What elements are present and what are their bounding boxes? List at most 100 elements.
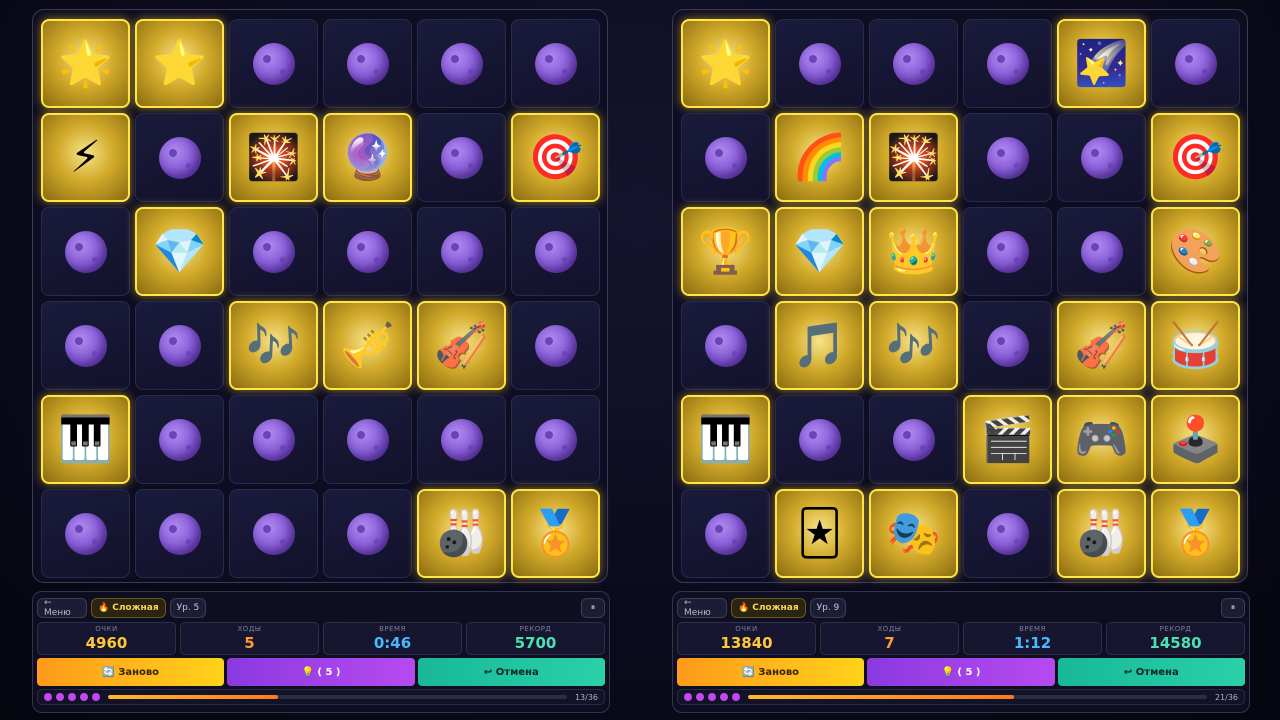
card-hidden[interactable] <box>41 489 130 578</box>
restart-button[interactable]: 🔄 Заново <box>37 658 225 686</box>
card-revealed[interactable]: 🎻 <box>417 301 506 390</box>
card-revealed[interactable]: 🌠 <box>1057 19 1146 108</box>
card-revealed[interactable]: ⭐ <box>135 19 224 108</box>
moon-orb-icon <box>252 230 295 273</box>
record-value: 5700 <box>514 634 557 652</box>
card-hidden[interactable] <box>963 489 1052 578</box>
card-hidden[interactable] <box>417 207 506 296</box>
card-hidden[interactable] <box>1151 19 1240 108</box>
moves-value: 7 <box>884 634 895 652</box>
card-revealed[interactable]: 🎳 <box>1057 489 1146 578</box>
card-revealed[interactable]: 🕹️ <box>1151 395 1240 484</box>
moon-orb-icon <box>986 324 1029 367</box>
undo-button[interactable]: ↩ Отмена <box>1057 658 1245 686</box>
card-hidden[interactable] <box>229 395 318 484</box>
card-hidden[interactable] <box>323 19 412 108</box>
card-hidden[interactable] <box>869 19 958 108</box>
card-symbol: 🎹 <box>58 413 113 465</box>
card-hidden[interactable] <box>1057 113 1146 202</box>
card-revealed[interactable]: 🏆 <box>681 207 770 296</box>
card-hidden[interactable] <box>229 207 318 296</box>
menu-button[interactable]: ← Меню <box>37 598 87 618</box>
hint-button[interactable]: 💡 ( 5 ) <box>227 658 415 686</box>
card-hidden[interactable] <box>417 113 506 202</box>
card-hidden[interactable] <box>323 207 412 296</box>
moon-orb-icon <box>534 418 577 461</box>
card-symbol: 🔮 <box>340 131 395 183</box>
card-hidden[interactable] <box>511 395 600 484</box>
undo-button[interactable]: ↩ Отмена <box>417 658 605 686</box>
card-revealed[interactable]: 💎 <box>135 207 224 296</box>
card-revealed[interactable]: 🎹 <box>681 395 770 484</box>
card-hidden[interactable] <box>963 207 1052 296</box>
moon-orb-icon <box>534 42 577 85</box>
card-hidden[interactable] <box>41 301 130 390</box>
card-hidden[interactable] <box>323 395 412 484</box>
card-revealed[interactable]: 🎳 <box>417 489 506 578</box>
card-hidden[interactable] <box>511 207 600 296</box>
moon-orb-icon <box>986 136 1029 179</box>
card-hidden[interactable] <box>135 489 224 578</box>
card-hidden[interactable] <box>229 19 318 108</box>
card-hidden[interactable] <box>323 489 412 578</box>
pause-button[interactable]: ⏸ <box>581 598 605 618</box>
card-revealed[interactable]: 🎨 <box>1151 207 1240 296</box>
card-revealed[interactable]: 🎯 <box>1151 113 1240 202</box>
card-hidden[interactable] <box>681 489 770 578</box>
card-revealed[interactable]: 🎮 <box>1057 395 1146 484</box>
card-hidden[interactable] <box>511 301 600 390</box>
card-revealed[interactable]: 🌟 <box>41 19 130 108</box>
lives-dots <box>684 693 740 701</box>
hint-button[interactable]: 💡 ( 5 ) <box>867 658 1055 686</box>
card-revealed[interactable]: 🌈 <box>775 113 864 202</box>
card-hidden[interactable] <box>775 19 864 108</box>
card-revealed[interactable]: 🃏 <box>775 489 864 578</box>
card-hidden[interactable] <box>229 489 318 578</box>
card-revealed[interactable]: 🥁 <box>1151 301 1240 390</box>
card-revealed[interactable]: 🏅 <box>511 489 600 578</box>
card-hidden[interactable] <box>775 395 864 484</box>
card-revealed[interactable]: 🎺 <box>323 301 412 390</box>
card-revealed[interactable]: 🎇 <box>869 113 958 202</box>
card-hidden[interactable] <box>41 207 130 296</box>
card-hidden[interactable] <box>681 301 770 390</box>
card-revealed[interactable]: ⚡ <box>41 113 130 202</box>
card-hidden[interactable] <box>1057 207 1146 296</box>
card-hidden[interactable] <box>681 113 770 202</box>
card-revealed[interactable]: 👑 <box>869 207 958 296</box>
difficulty-badge: 🔥 Сложная <box>731 598 806 618</box>
restart-button[interactable]: 🔄 Заново <box>677 658 865 686</box>
card-revealed[interactable]: 🎬 <box>963 395 1052 484</box>
card-hidden[interactable] <box>135 301 224 390</box>
pause-button[interactable]: ⏸ <box>1221 598 1245 618</box>
card-hidden[interactable] <box>417 395 506 484</box>
moon-orb-icon <box>704 512 747 555</box>
card-hidden[interactable] <box>135 113 224 202</box>
card-hidden[interactable] <box>963 113 1052 202</box>
card-hidden[interactable] <box>963 19 1052 108</box>
card-symbol: 🎻 <box>434 319 489 371</box>
card-revealed[interactable]: 🎇 <box>229 113 318 202</box>
card-revealed[interactable]: 🎻 <box>1057 301 1146 390</box>
card-hidden[interactable] <box>511 19 600 108</box>
card-revealed[interactable]: 🎹 <box>41 395 130 484</box>
life-dot <box>68 693 76 701</box>
moon-orb-icon <box>704 136 747 179</box>
score-stat: ОЧКИ 13840 <box>677 622 816 655</box>
menu-button[interactable]: ← Меню <box>677 598 727 618</box>
card-revealed[interactable]: 🎶 <box>229 301 318 390</box>
card-revealed[interactable]: 🔮 <box>323 113 412 202</box>
card-hidden[interactable] <box>417 19 506 108</box>
card-hidden[interactable] <box>869 395 958 484</box>
moves-stat: ХОДЫ 5 <box>180 622 319 655</box>
card-hidden[interactable] <box>135 395 224 484</box>
card-revealed[interactable]: 🏅 <box>1151 489 1240 578</box>
card-revealed[interactable]: 🎯 <box>511 113 600 202</box>
record-stat: РЕКОРД 14580 <box>1106 622 1245 655</box>
card-hidden[interactable] <box>963 301 1052 390</box>
card-revealed[interactable]: 🌟 <box>681 19 770 108</box>
card-revealed[interactable]: 🎶 <box>869 301 958 390</box>
card-revealed[interactable]: 🎭 <box>869 489 958 578</box>
card-revealed[interactable]: 🎵 <box>775 301 864 390</box>
card-revealed[interactable]: 💎 <box>775 207 864 296</box>
